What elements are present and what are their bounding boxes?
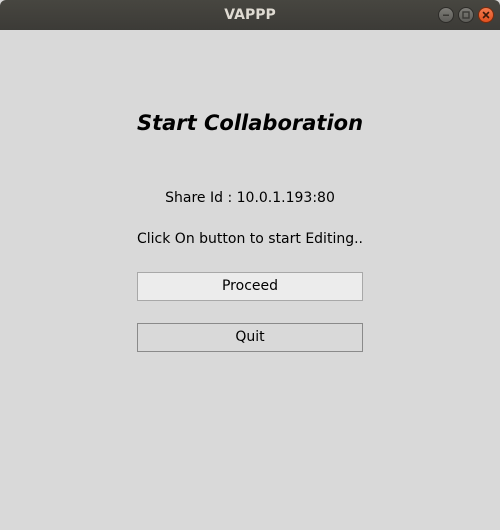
instruction-text: Click On button to start Editing..: [136, 231, 363, 247]
page-title: Start Collaboration: [136, 111, 364, 135]
share-id-label: Share Id : 10.0.1.193:80: [165, 190, 335, 206]
minimize-icon: [443, 14, 449, 16]
proceed-button[interactable]: Proceed: [137, 272, 363, 301]
close-button[interactable]: [478, 7, 494, 23]
title-bar[interactable]: VAPPP: [0, 0, 500, 30]
window-title: VAPPP: [224, 7, 276, 23]
maximize-icon: [462, 11, 470, 19]
minimize-button[interactable]: [438, 7, 454, 23]
maximize-button[interactable]: [458, 7, 474, 23]
close-icon: [482, 11, 490, 19]
app-window: VAPPP Start Collaboration Share Id : 10.…: [0, 0, 500, 530]
quit-button[interactable]: Quit: [137, 323, 363, 352]
